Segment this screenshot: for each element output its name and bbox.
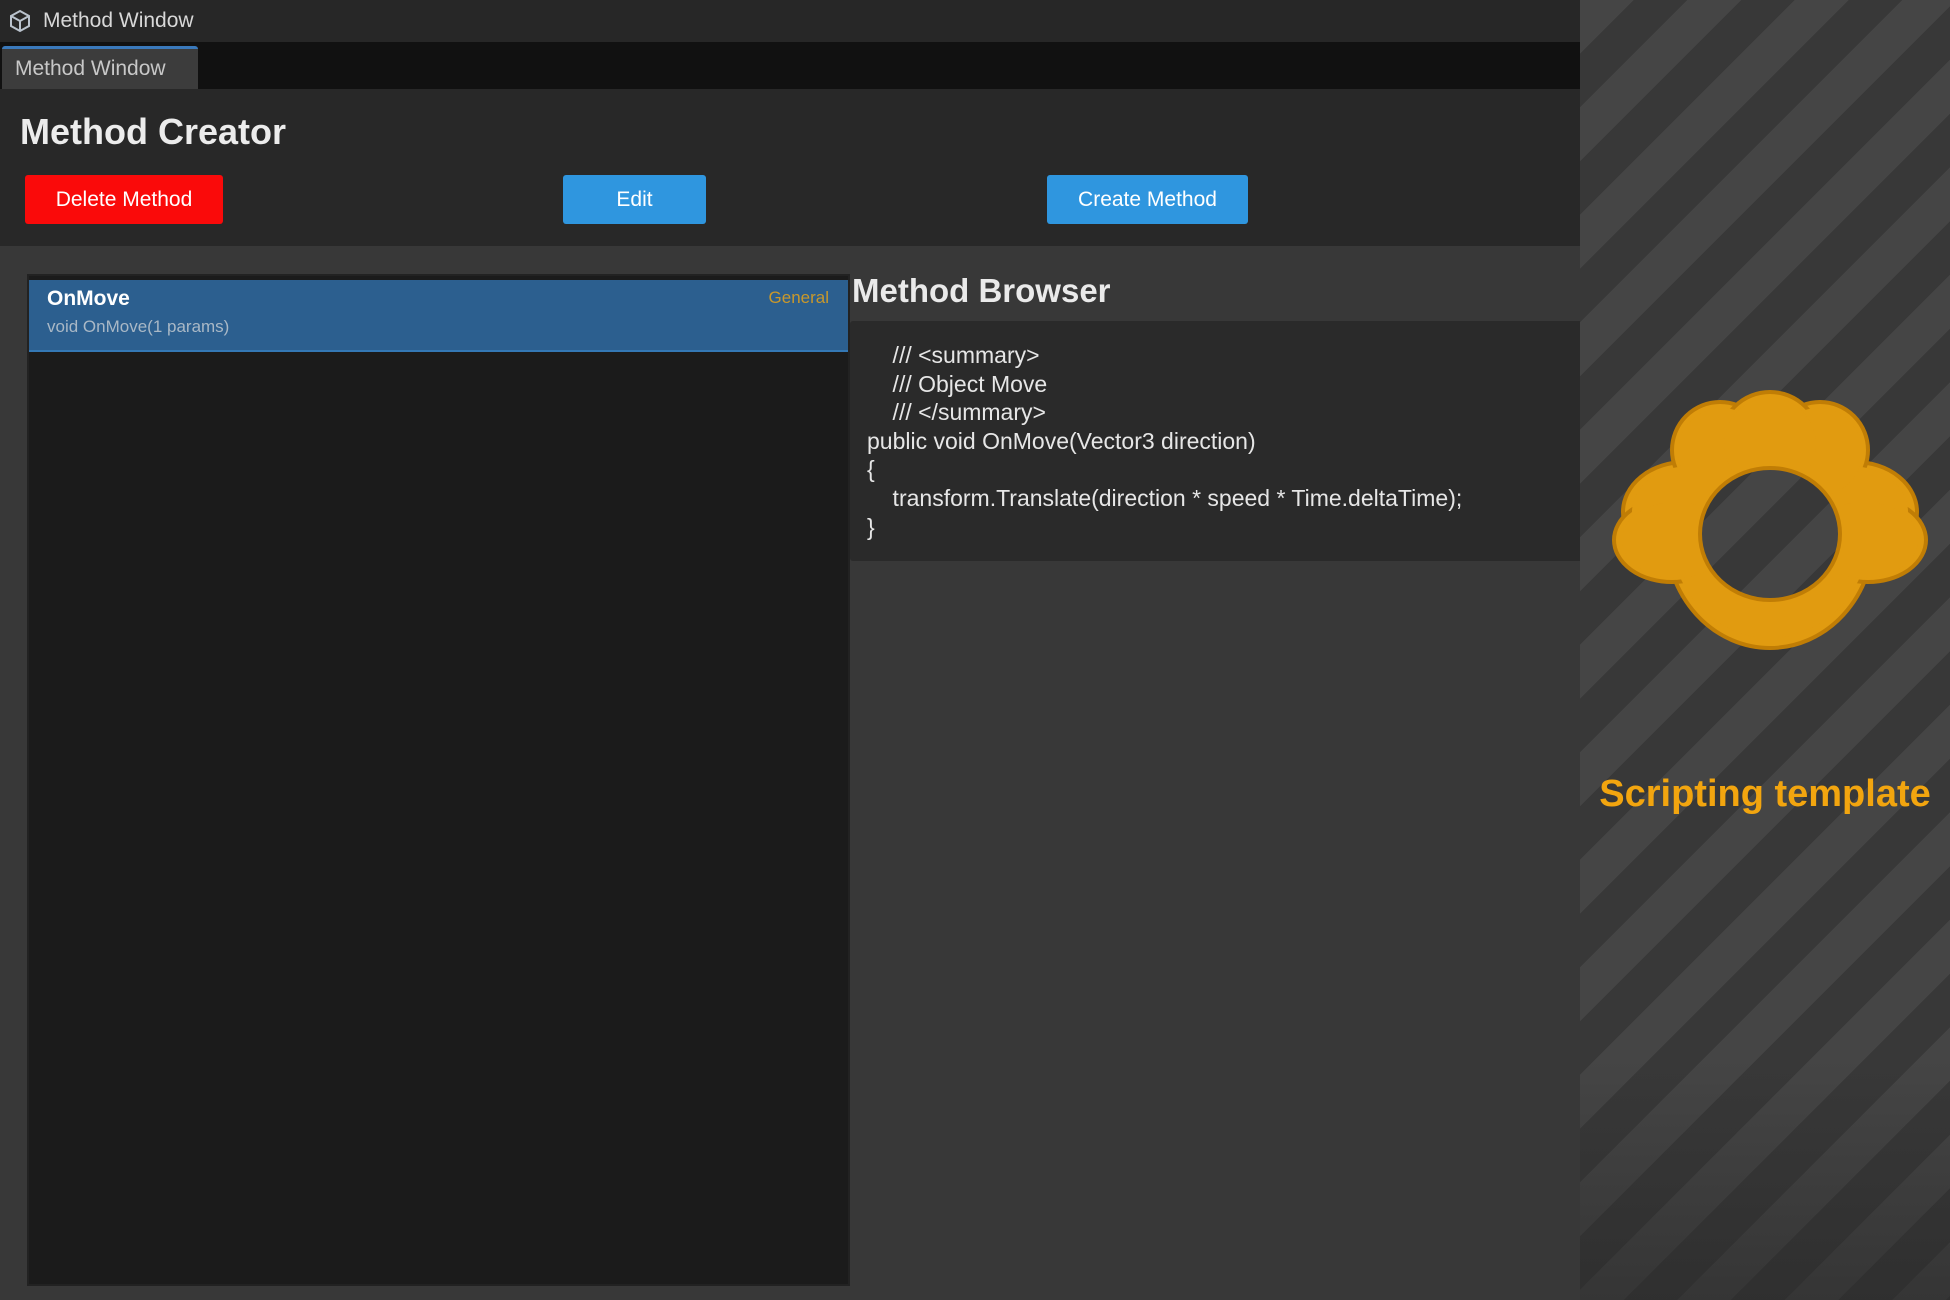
side-panel: Scripting template bbox=[1580, 0, 1950, 1300]
method-browser-title: Method Browser bbox=[852, 272, 1111, 309]
method-list[interactable]: OnMove void OnMove(1 params) General bbox=[27, 274, 850, 1286]
code-preview: /// <summary> /// Object Move /// </summ… bbox=[850, 321, 1580, 561]
unity-cube-icon bbox=[7, 8, 33, 34]
page-title: Method Creator bbox=[20, 111, 287, 152]
flower-logo-icon bbox=[1600, 390, 1940, 670]
list-item[interactable]: OnMove void OnMove(1 params) General bbox=[29, 280, 848, 352]
method-name: OnMove bbox=[47, 287, 130, 310]
code-line: /// Object Move bbox=[867, 370, 1048, 397]
code-line: { bbox=[867, 456, 875, 483]
code-line: public void OnMove(Vector3 direction) bbox=[867, 427, 1256, 454]
window-title: Method Window bbox=[43, 9, 194, 32]
delete-method-button[interactable]: Delete Method bbox=[25, 175, 223, 224]
title-bar: Method Window bbox=[0, 0, 1580, 42]
method-signature: void OnMove(1 params) bbox=[47, 317, 230, 336]
scripting-template-caption: Scripting template bbox=[1599, 773, 1931, 815]
method-category: General bbox=[768, 288, 829, 307]
header-area: Method Creator Delete Method Edit Create… bbox=[0, 89, 1580, 246]
method-window: Method Window Method Window Method Creat… bbox=[0, 0, 1580, 1300]
code-line: /// </summary> bbox=[867, 399, 1046, 426]
tab-strip: Method Window bbox=[0, 42, 1580, 89]
code-line: /// <summary> bbox=[867, 342, 1040, 368]
edit-button[interactable]: Edit bbox=[563, 175, 706, 224]
code-line: } bbox=[867, 513, 875, 540]
create-method-button[interactable]: Create Method bbox=[1047, 175, 1248, 224]
tab-method-window[interactable]: Method Window bbox=[2, 46, 198, 89]
side-panel-shade bbox=[1580, 1060, 1950, 1300]
code-line: transform.Translate(direction * speed * … bbox=[867, 484, 1463, 511]
